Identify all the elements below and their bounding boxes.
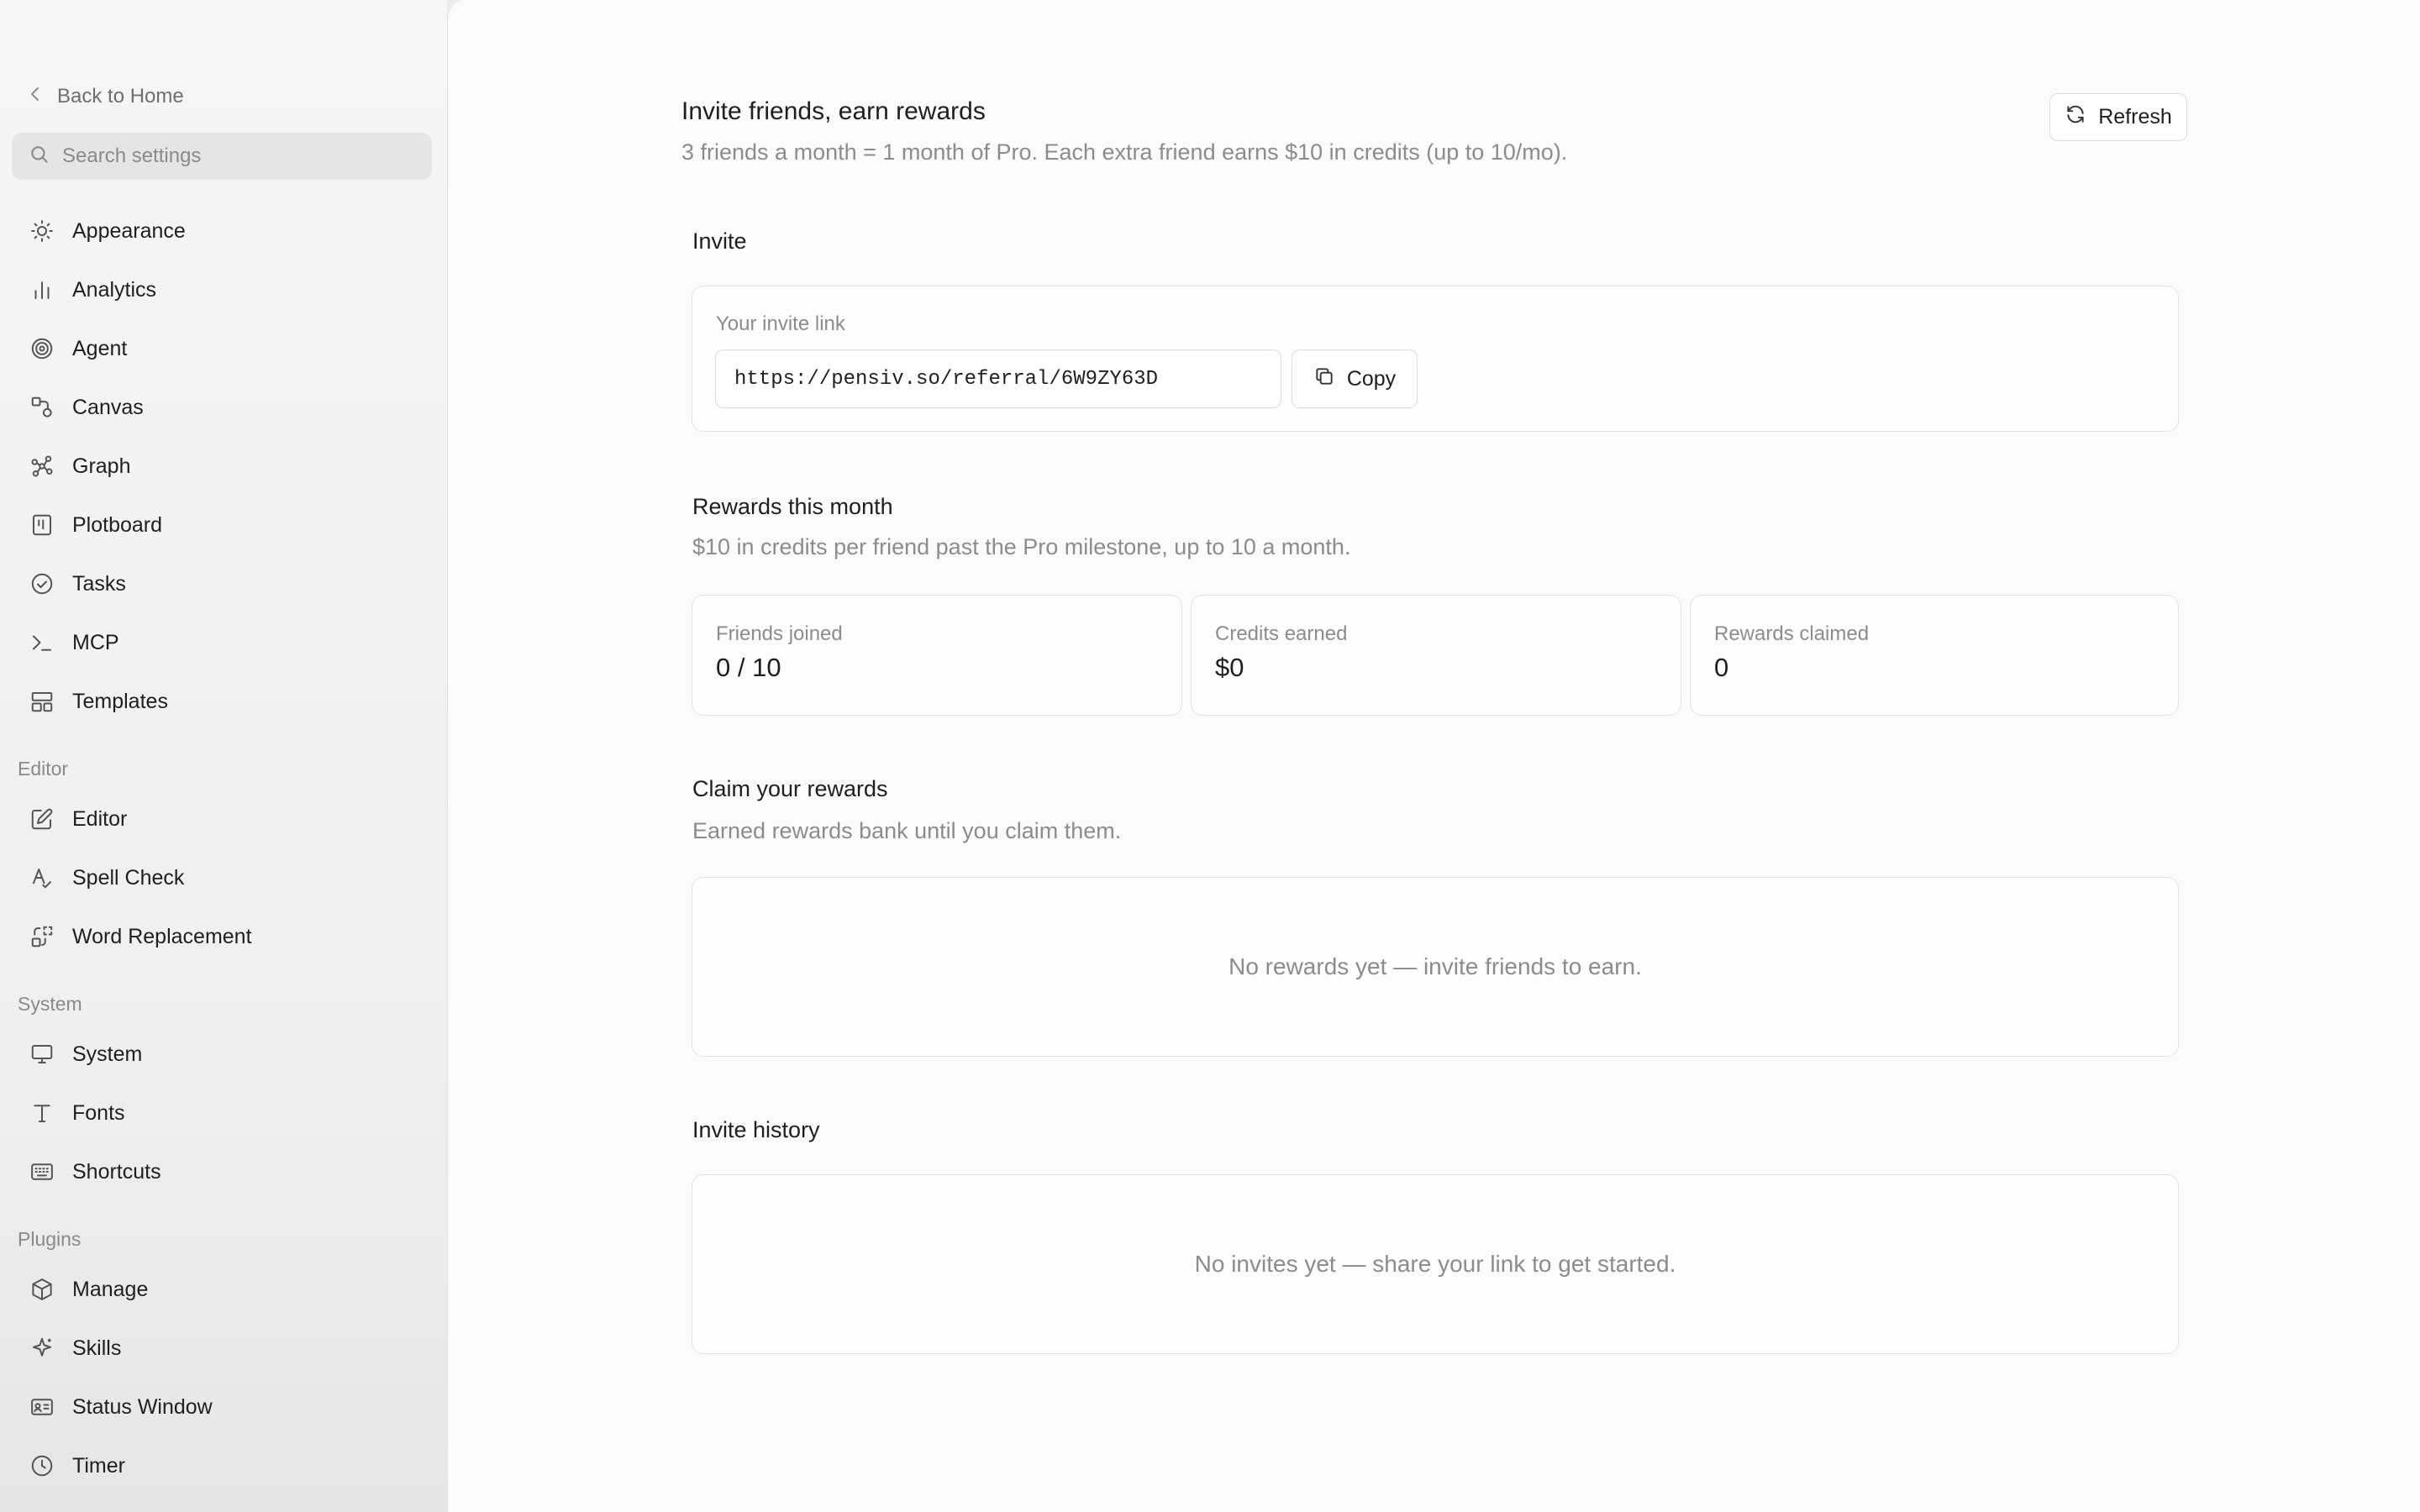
- spell-check-icon: [29, 864, 55, 891]
- refresh-icon: [2065, 103, 2086, 131]
- invite-link-label: Your invite link: [716, 312, 845, 335]
- sidebar-item-fonts[interactable]: Fonts: [12, 1090, 432, 1136]
- page-title: Invite friends, earn rewards: [681, 97, 986, 125]
- sidebar-item-analytics[interactable]: Analytics: [12, 267, 432, 312]
- sidebar-item-label: MCP: [72, 630, 119, 654]
- monitor-icon: [29, 1041, 55, 1068]
- sidebar-item-templates[interactable]: Templates: [12, 679, 432, 724]
- settings-main-panel: Invite friends, earn rewards 3 friends a…: [447, 0, 2420, 1512]
- sidebar-item-label: Templates: [72, 689, 168, 713]
- claim-rewards-card: No rewards yet — invite friends to earn.: [692, 877, 2179, 1057]
- claim-empty-state: No rewards yet — invite friends to earn.: [1228, 953, 1642, 979]
- settings-sidebar: Back to Home Appearance Analytics Agent …: [0, 0, 447, 1512]
- package-icon: [29, 1276, 55, 1303]
- back-to-home-label: Back to Home: [57, 85, 184, 108]
- section-label-editor: Editor: [18, 758, 69, 780]
- sidebar-item-label: Timer: [72, 1453, 125, 1478]
- sidebar-item-label: System: [72, 1042, 143, 1066]
- copy-label: Copy: [1346, 366, 1397, 391]
- sidebar-item-shortcuts[interactable]: Shortcuts: [12, 1149, 432, 1194]
- rewards-description: $10 in credits per friend past the Pro m…: [692, 534, 1351, 559]
- stat-value: 0 / 10: [716, 653, 781, 682]
- stat-label: Rewards claimed: [1714, 622, 1870, 645]
- search-input[interactable]: [62, 144, 415, 168]
- sidebar-item-label: Editor: [72, 806, 128, 831]
- sidebar-item-editor[interactable]: Editor: [12, 796, 432, 842]
- sidebar-item-label: Spell Check: [72, 865, 185, 890]
- sidebar-item-spell-check[interactable]: Spell Check: [12, 855, 432, 900]
- sidebar-item-word-replacement[interactable]: Word Replacement: [12, 914, 432, 959]
- type-icon: [29, 1100, 55, 1126]
- stat-card-credits-earned: Credits earned $0: [1191, 595, 1681, 716]
- sun-icon: [29, 218, 55, 244]
- refresh-button[interactable]: Refresh: [2049, 93, 2187, 141]
- page-subtitle: 3 friends a month = 1 month of Pro. Each…: [681, 139, 1568, 165]
- graph-nodes-icon: [29, 453, 55, 480]
- sidebar-item-label: Status Window: [72, 1394, 213, 1419]
- sidebar-item-status-window[interactable]: Status Window: [12, 1384, 432, 1430]
- stat-card-rewards-claimed: Rewards claimed 0: [1690, 595, 2179, 716]
- shapes-icon: [29, 394, 55, 421]
- section-label-system: System: [18, 993, 82, 1015]
- invite-link-field[interactable]: https://pensiv.so/referral/6W9ZY63D: [715, 349, 1281, 408]
- sidebar-item-label: Shortcuts: [72, 1159, 161, 1184]
- history-heading: Invite history: [692, 1117, 820, 1142]
- stat-value: $0: [1215, 653, 1244, 682]
- stat-card-friends-joined: Friends joined 0 / 10: [692, 595, 1182, 716]
- rewards-heading: Rewards this month: [692, 494, 893, 519]
- sidebar-item-label: Skills: [72, 1336, 122, 1360]
- copy-link-button[interactable]: Copy: [1292, 349, 1418, 408]
- claim-description: Earned rewards bank until you claim them…: [692, 818, 1122, 843]
- sidebar-item-manage[interactable]: Manage: [12, 1267, 432, 1312]
- chevron-left-icon: [25, 84, 45, 110]
- stat-value: 0: [1714, 653, 1729, 682]
- sidebar-item-label: Word Replacement: [72, 924, 252, 948]
- bar-chart-icon: [29, 276, 55, 303]
- sidebar-item-label: Canvas: [72, 395, 144, 419]
- sidebar-item-label: Manage: [72, 1277, 149, 1301]
- board-icon: [29, 512, 55, 538]
- sidebar-item-mcp[interactable]: MCP: [12, 620, 432, 665]
- sidebar-item-label: Agent: [72, 336, 128, 360]
- sidebar-item-appearance[interactable]: Appearance: [12, 208, 432, 254]
- spiral-icon: [29, 335, 55, 362]
- sidebar-item-label: Tasks: [72, 571, 126, 596]
- keyboard-icon: [29, 1158, 55, 1185]
- sidebar-item-agent[interactable]: Agent: [12, 326, 432, 371]
- sidebar-item-plotboard[interactable]: Plotboard: [12, 502, 432, 548]
- sidebar-item-label: Plotboard: [72, 512, 163, 537]
- history-empty-state: No invites yet — share your link to get …: [1194, 1251, 1676, 1277]
- sidebar-item-label: Analytics: [72, 277, 157, 302]
- invite-heading: Invite: [692, 228, 747, 254]
- clock-icon: [29, 1452, 55, 1479]
- sidebar-item-canvas[interactable]: Canvas: [12, 385, 432, 430]
- invite-history-card: No invites yet — share your link to get …: [692, 1174, 2179, 1354]
- sidebar-item-tasks[interactable]: Tasks: [12, 561, 432, 606]
- claim-heading: Claim your rewards: [692, 776, 888, 801]
- sidebar-item-system[interactable]: System: [12, 1032, 432, 1077]
- id-card-icon: [29, 1394, 55, 1420]
- back-to-home-link[interactable]: Back to Home: [25, 81, 184, 113]
- sidebar-item-timer[interactable]: Timer: [12, 1443, 432, 1488]
- layout-icon: [29, 688, 55, 715]
- search-icon: [29, 144, 50, 170]
- sparkle-icon: [29, 1335, 55, 1362]
- sidebar-item-skills[interactable]: Skills: [12, 1326, 432, 1371]
- stat-label: Friends joined: [716, 622, 843, 645]
- sidebar-item-label: Graph: [72, 454, 131, 478]
- refresh-label: Refresh: [2098, 105, 2172, 129]
- sidebar-item-label: Appearance: [72, 218, 186, 243]
- section-label-plugins: Plugins: [18, 1228, 82, 1250]
- sidebar-item-graph[interactable]: Graph: [12, 444, 432, 489]
- stat-label: Credits earned: [1215, 622, 1348, 645]
- replace-icon: [29, 923, 55, 950]
- edit-icon: [29, 806, 55, 832]
- search-settings[interactable]: [12, 133, 432, 180]
- check-circle-icon: [29, 570, 55, 597]
- sidebar-item-label: Fonts: [72, 1100, 125, 1125]
- terminal-icon: [29, 629, 55, 656]
- copy-icon: [1313, 365, 1335, 393]
